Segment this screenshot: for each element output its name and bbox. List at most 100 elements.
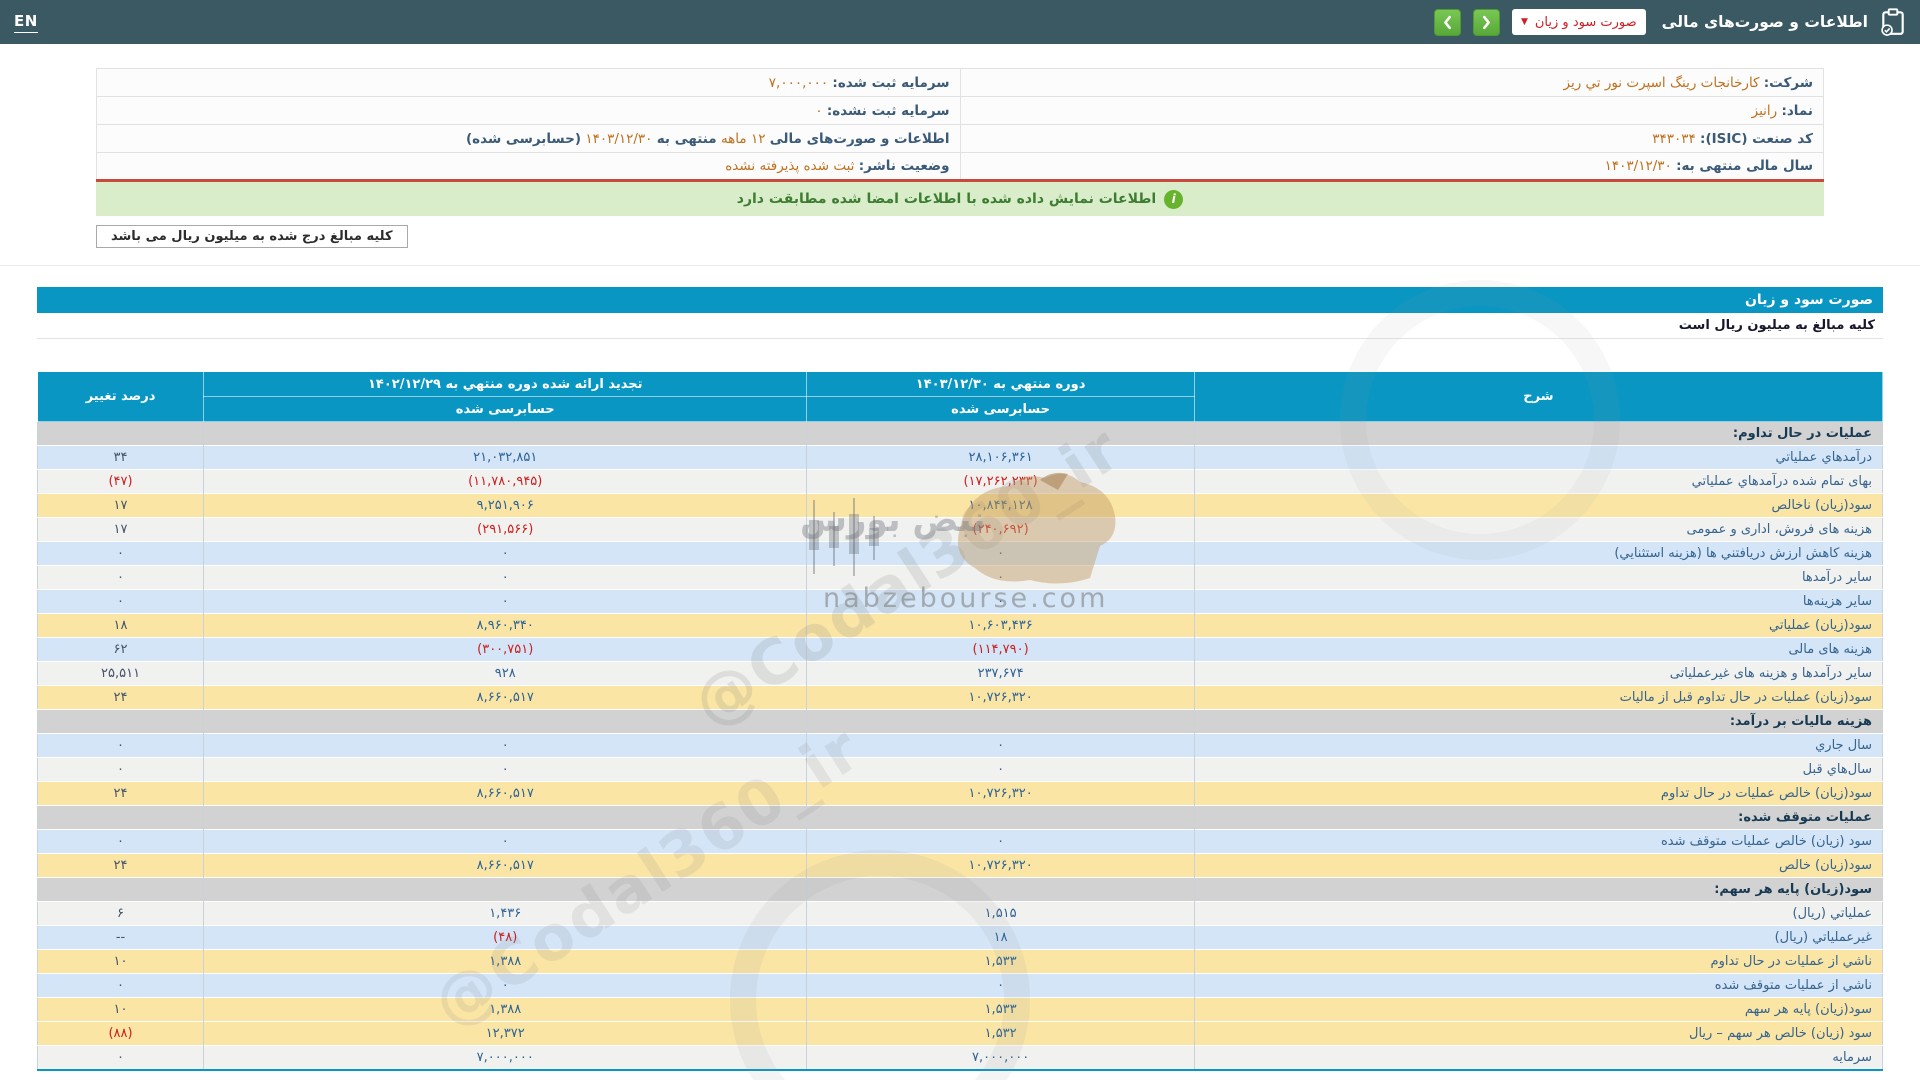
company-info-table: شرکت: کارخانجات رینگ اسپرت نور تي ريز سر… xyxy=(96,68,1824,182)
value-prior-period: ۰ xyxy=(203,829,807,854)
symbol-value: رانیز xyxy=(1751,102,1778,119)
value-current-period xyxy=(806,421,1195,446)
statement-row: عملیاتي (ریال) ۱,۵۱۵ ۱,۴۳۶ ۶ xyxy=(37,901,1883,926)
top-navbar: اطلاعات و صورت‌های مالی صورت سود و زیان … xyxy=(0,0,1920,44)
value-prior-period: ۱,۳۸۸ xyxy=(203,997,807,1022)
unregistered-capital-value: ۰ xyxy=(815,102,823,119)
row-label: سود (زیان) خالص عملیات متوقف شده xyxy=(1193,829,1883,854)
value-current-period: (۱۷,۲۶۲,۲۳۳) xyxy=(806,469,1195,494)
info-row: کد صنعت (ISIC): ۳۴۳۰۳۴ اطلاعات و صورت‌ها… xyxy=(96,124,1824,153)
period-date: ۱۴۰۳/۱۲/۳۰ xyxy=(585,130,653,147)
fiscal-year-label: سال مالی منتهی به: xyxy=(1676,158,1813,174)
info-row: نماد: رانیز سرمایه ثبت نشده: ۰ xyxy=(96,96,1824,125)
value-change-percent: -- xyxy=(37,925,204,950)
info-row: شرکت: کارخانجات رینگ اسپرت نور تي ريز سر… xyxy=(96,68,1824,97)
statement-row: سود(زیان) عملیات در حال تداوم قبل از مال… xyxy=(37,685,1883,710)
row-label: عملیاتي (ریال) xyxy=(1193,901,1883,926)
value-prior-period: ۸,۶۶۰,۵۱۷ xyxy=(203,853,807,878)
value-current-period: ۱۰,۷۲۶,۳۲۰ xyxy=(806,685,1195,710)
prev-statement-button[interactable] xyxy=(1433,8,1461,36)
value-prior-period: ۹,۲۵۱,۹۰۶ xyxy=(203,493,807,518)
value-change-percent: ۰ xyxy=(37,565,204,590)
value-prior-period: (۴۸) xyxy=(203,925,807,950)
statement-row: سایر درآمدها ۰ ۰ ۰ xyxy=(37,565,1883,590)
language-toggle[interactable]: EN xyxy=(14,12,38,33)
value-prior-period: ۸,۶۶۰,۵۱۷ xyxy=(203,781,807,806)
company-value: کارخانجات رینگ اسپرت نور تي ريز xyxy=(1563,74,1760,91)
unit-note-row: کلیه مبالغ درج شده به میلیون ریال می باش… xyxy=(96,225,1824,248)
statement-type-dropdown[interactable]: صورت سود و زیان ▼ xyxy=(1511,9,1646,35)
row-label: عملیات متوقف شده: xyxy=(1193,805,1883,830)
statement-row: سایر هزینه‌ها ۰ ۰ ۰ xyxy=(37,589,1883,614)
value-current-period: ۱,۵۳۳ xyxy=(806,997,1195,1022)
registered-capital-label: سرمایه ثبت شده: xyxy=(832,74,950,91)
value-change-percent: ۳۴ xyxy=(37,445,204,470)
statement-row: سود(زیان) خالص ۱۰,۷۲۶,۳۲۰ ۸,۶۶۰,۵۱۷ ۲۴ xyxy=(37,853,1883,878)
publisher-status-label: وضعیت ناشر: xyxy=(858,158,950,174)
value-prior-period: ۱,۳۸۸ xyxy=(203,949,807,974)
value-change-percent: ۱۷ xyxy=(37,493,204,518)
row-label: سایر درآمدها و هزینه های غیرعملیاتی xyxy=(1193,661,1883,686)
period-info-cell: اطلاعات و صورت‌های مالی ۱۲ ماهه منتهی به… xyxy=(96,124,960,153)
company-label: شرکت: xyxy=(1763,74,1813,91)
value-current-period xyxy=(806,709,1195,734)
registered-capital-value: ۷,۰۰۰,۰۰۰ xyxy=(768,74,829,91)
row-label: سود(زیان) پایه هر سهم: xyxy=(1193,877,1883,902)
statement-row: سود (زیان) خالص عملیات متوقف شده ۰ ۰ ۰ xyxy=(37,829,1883,854)
value-prior-period: ۰ xyxy=(203,757,807,782)
value-change-percent: (۴۷) xyxy=(37,469,204,494)
value-current-period: ۱۰,۷۲۶,۳۲۰ xyxy=(806,781,1195,806)
income-statement-table: شرح دوره منتهي به ۱۴۰۳/۱۲/۳۰ تجدید ارائه… xyxy=(36,371,1884,1071)
row-label: هزینه کاهش ارزش دریافتني ها (هزینه استثن… xyxy=(1193,541,1883,566)
fiscal-year-value: ۱۴۰۳/۱۲/۳۰ xyxy=(1604,158,1672,174)
statement-row: ناشي از عملیات در حال تداوم ۱,۵۳۳ ۱,۳۸۸ ۱۰ xyxy=(37,949,1883,974)
row-label: سود(زیان) ناخالص xyxy=(1193,493,1883,518)
unit-note-box: کلیه مبالغ درج شده به میلیون ریال می باش… xyxy=(96,225,408,248)
value-current-period: ۱۸ xyxy=(806,925,1195,950)
value-current-period: ۰ xyxy=(806,565,1195,590)
value-current-period xyxy=(806,877,1195,902)
statement-unit-note: کلیه مبالغ به میلیون ریال است xyxy=(37,313,1883,339)
value-current-period: ۱۰,۸۴۴,۱۲۸ xyxy=(806,493,1195,518)
value-current-period: (۱۱۴,۷۹۰) xyxy=(806,637,1195,662)
isic-label: کد صنعت (ISIC): xyxy=(1700,130,1813,147)
value-change-percent: ۲۵,۵۱۱ xyxy=(37,661,204,686)
value-prior-period: ۱,۴۳۶ xyxy=(203,901,807,926)
value-change-percent xyxy=(37,877,204,902)
statement-row: سال جاري ۰ ۰ ۰ xyxy=(37,733,1883,758)
info-icon: i xyxy=(1164,189,1184,209)
value-prior-period: ۰ xyxy=(203,565,807,590)
value-current-period: ۱۰,۶۰۳,۴۳۶ xyxy=(806,613,1195,638)
period-info-label: اطلاعات و صورت‌های مالی xyxy=(769,130,950,147)
col-prior-audited: حسابرسی شده xyxy=(203,396,808,422)
alert-text: اطلاعات نمایش داده شده با اطلاعات امضا ش… xyxy=(736,191,1157,207)
row-label: ناشي از عملیات در حال تداوم xyxy=(1193,949,1883,974)
row-label: هزینه مالیات بر درآمد: xyxy=(1193,709,1883,734)
value-current-period: ۰ xyxy=(806,733,1195,758)
info-row: سال مالی منتهی به: ۱۴۰۳/۱۲/۳۰ وضعیت ناشر… xyxy=(97,152,1824,181)
value-prior-period xyxy=(203,805,807,830)
col-current-audited: حسابرسی شده xyxy=(806,396,1195,422)
row-label: سال جاري xyxy=(1193,733,1883,758)
statement-section-row: سود(زیان) پایه هر سهم: xyxy=(37,877,1883,902)
clipboard-icon[interactable] xyxy=(1880,8,1906,36)
statement-title-bar: صورت سود و زیان xyxy=(37,287,1883,313)
value-prior-period: ۲۱,۰۳۲,۸۵۱ xyxy=(203,445,807,470)
value-prior-period xyxy=(203,709,807,734)
value-change-percent: ۱۸ xyxy=(37,613,204,638)
statement-row: سایر درآمدها و هزینه های غیرعملیاتی ۲۳۷,۶… xyxy=(37,661,1883,686)
value-change-percent: ۶۲ xyxy=(37,637,204,662)
col-description: شرح xyxy=(1193,371,1884,422)
statement-row: ناشي از عملیات متوقف شده ۰ ۰ ۰ xyxy=(37,973,1883,998)
value-change-percent: ۰ xyxy=(37,973,204,998)
value-current-period: ۲۳۷,۶۷۴ xyxy=(806,661,1195,686)
row-label: سود(زیان) خالص عملیات در حال تداوم xyxy=(1193,781,1883,806)
col-prior-period: تجدید ارائه شده دوره منتهي به ۱۴۰۲/۱۲/۲۹ xyxy=(203,371,808,397)
value-change-percent: ۱۰ xyxy=(37,997,204,1022)
next-statement-button[interactable] xyxy=(1472,8,1500,36)
value-change-percent xyxy=(37,421,204,446)
statement-row: سود(زیان) خالص عملیات در حال تداوم ۱۰,۷۲۶… xyxy=(37,781,1883,806)
fiscal-year-cell: سال مالی منتهی به: ۱۴۰۳/۱۲/۳۰ xyxy=(959,152,1824,181)
value-current-period: ۰ xyxy=(806,589,1195,614)
statement-row: بهای تمام شده درآمدهاي عملیاتي (۱۷,۲۶۲,۲۳… xyxy=(37,469,1883,494)
